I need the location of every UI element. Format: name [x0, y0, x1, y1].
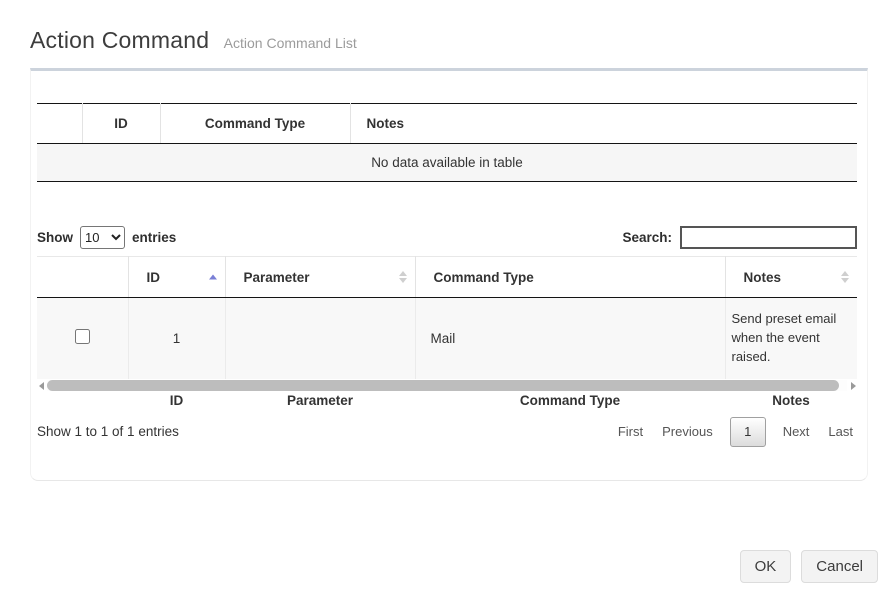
- command-list-table: ID Parameter Command Type Notes: [37, 256, 857, 379]
- table-info: Show 1 to 1 of 1 entries: [37, 424, 179, 439]
- empty-message: No data available in table: [37, 144, 857, 182]
- row-select-cell: [37, 298, 128, 379]
- scrollbar-thumb[interactable]: [47, 380, 839, 391]
- col-parameter[interactable]: Parameter: [225, 257, 415, 298]
- selected-col-command-type: Command Type: [160, 104, 350, 144]
- next-page-button[interactable]: Next: [781, 420, 812, 443]
- last-page-button[interactable]: Last: [826, 420, 855, 443]
- command-list-header-row: ID Parameter Command Type Notes: [37, 257, 857, 298]
- row-parameter-cell: [225, 298, 415, 379]
- page-header: Action Command Action Command List: [0, 0, 894, 68]
- col-notes[interactable]: Notes: [725, 257, 857, 298]
- footer-col-notes: Notes: [725, 393, 857, 408]
- table-controls: Show 10 entries Search:: [37, 225, 857, 249]
- search-input[interactable]: [680, 226, 857, 249]
- ok-button[interactable]: OK: [740, 550, 792, 583]
- selected-commands-table: ID Command Type Notes No data available …: [37, 103, 857, 182]
- col-command-type[interactable]: Command Type: [415, 257, 725, 298]
- col-id[interactable]: ID: [128, 257, 225, 298]
- horizontal-scrollbar[interactable]: [37, 379, 857, 393]
- pagination: First Previous 1 Next Last: [616, 417, 855, 447]
- table-row[interactable]: 1 Mail Send preset email when the event …: [37, 298, 857, 379]
- row-notes-cell: Send preset email when the event raised.: [725, 298, 857, 379]
- sort-asc-icon: [209, 275, 217, 280]
- entries-label: entries: [132, 230, 176, 245]
- search-control: Search:: [622, 226, 857, 249]
- dialog-actions: OK Cancel: [0, 550, 894, 583]
- previous-page-button[interactable]: Previous: [660, 420, 715, 443]
- search-label: Search:: [622, 230, 672, 245]
- page-length-select[interactable]: 10: [80, 226, 125, 249]
- selected-col-notes: Notes: [350, 104, 857, 144]
- row-select-checkbox[interactable]: [75, 329, 90, 344]
- footer-col-id: ID: [128, 393, 225, 408]
- command-list-footer: ID Parameter Command Type Notes: [37, 393, 857, 408]
- action-command-panel: ID Command Type Notes No data available …: [30, 68, 868, 481]
- col-select[interactable]: [37, 257, 128, 298]
- first-page-button[interactable]: First: [616, 420, 645, 443]
- footer-col-blank: [37, 393, 128, 408]
- page-1-button[interactable]: 1: [730, 417, 766, 447]
- table-bottom-bar: Show 1 to 1 of 1 entries First Previous …: [37, 416, 857, 448]
- sort-both-icon: [841, 271, 849, 283]
- show-label: Show: [37, 230, 73, 245]
- empty-row: No data available in table: [37, 144, 857, 182]
- scroll-left-icon[interactable]: [37, 381, 45, 391]
- footer-row: ID Parameter Command Type Notes: [37, 393, 857, 408]
- scrollbar-track[interactable]: [47, 380, 847, 391]
- row-id-cell: 1: [128, 298, 225, 379]
- page-subtitle: Action Command List: [224, 35, 357, 51]
- sort-both-icon: [399, 271, 407, 283]
- page-title: Action Command: [30, 27, 209, 53]
- footer-col-parameter: Parameter: [225, 393, 415, 408]
- selected-col-id: ID: [82, 104, 160, 144]
- cancel-button[interactable]: Cancel: [801, 550, 878, 583]
- scroll-right-icon[interactable]: [849, 381, 857, 391]
- row-command-type-cell: Mail: [415, 298, 725, 379]
- footer-col-command-type: Command Type: [415, 393, 725, 408]
- selected-commands-header-row: ID Command Type Notes: [37, 104, 857, 144]
- page-length-control: Show 10 entries: [37, 226, 176, 249]
- selected-col-blank: [37, 104, 82, 144]
